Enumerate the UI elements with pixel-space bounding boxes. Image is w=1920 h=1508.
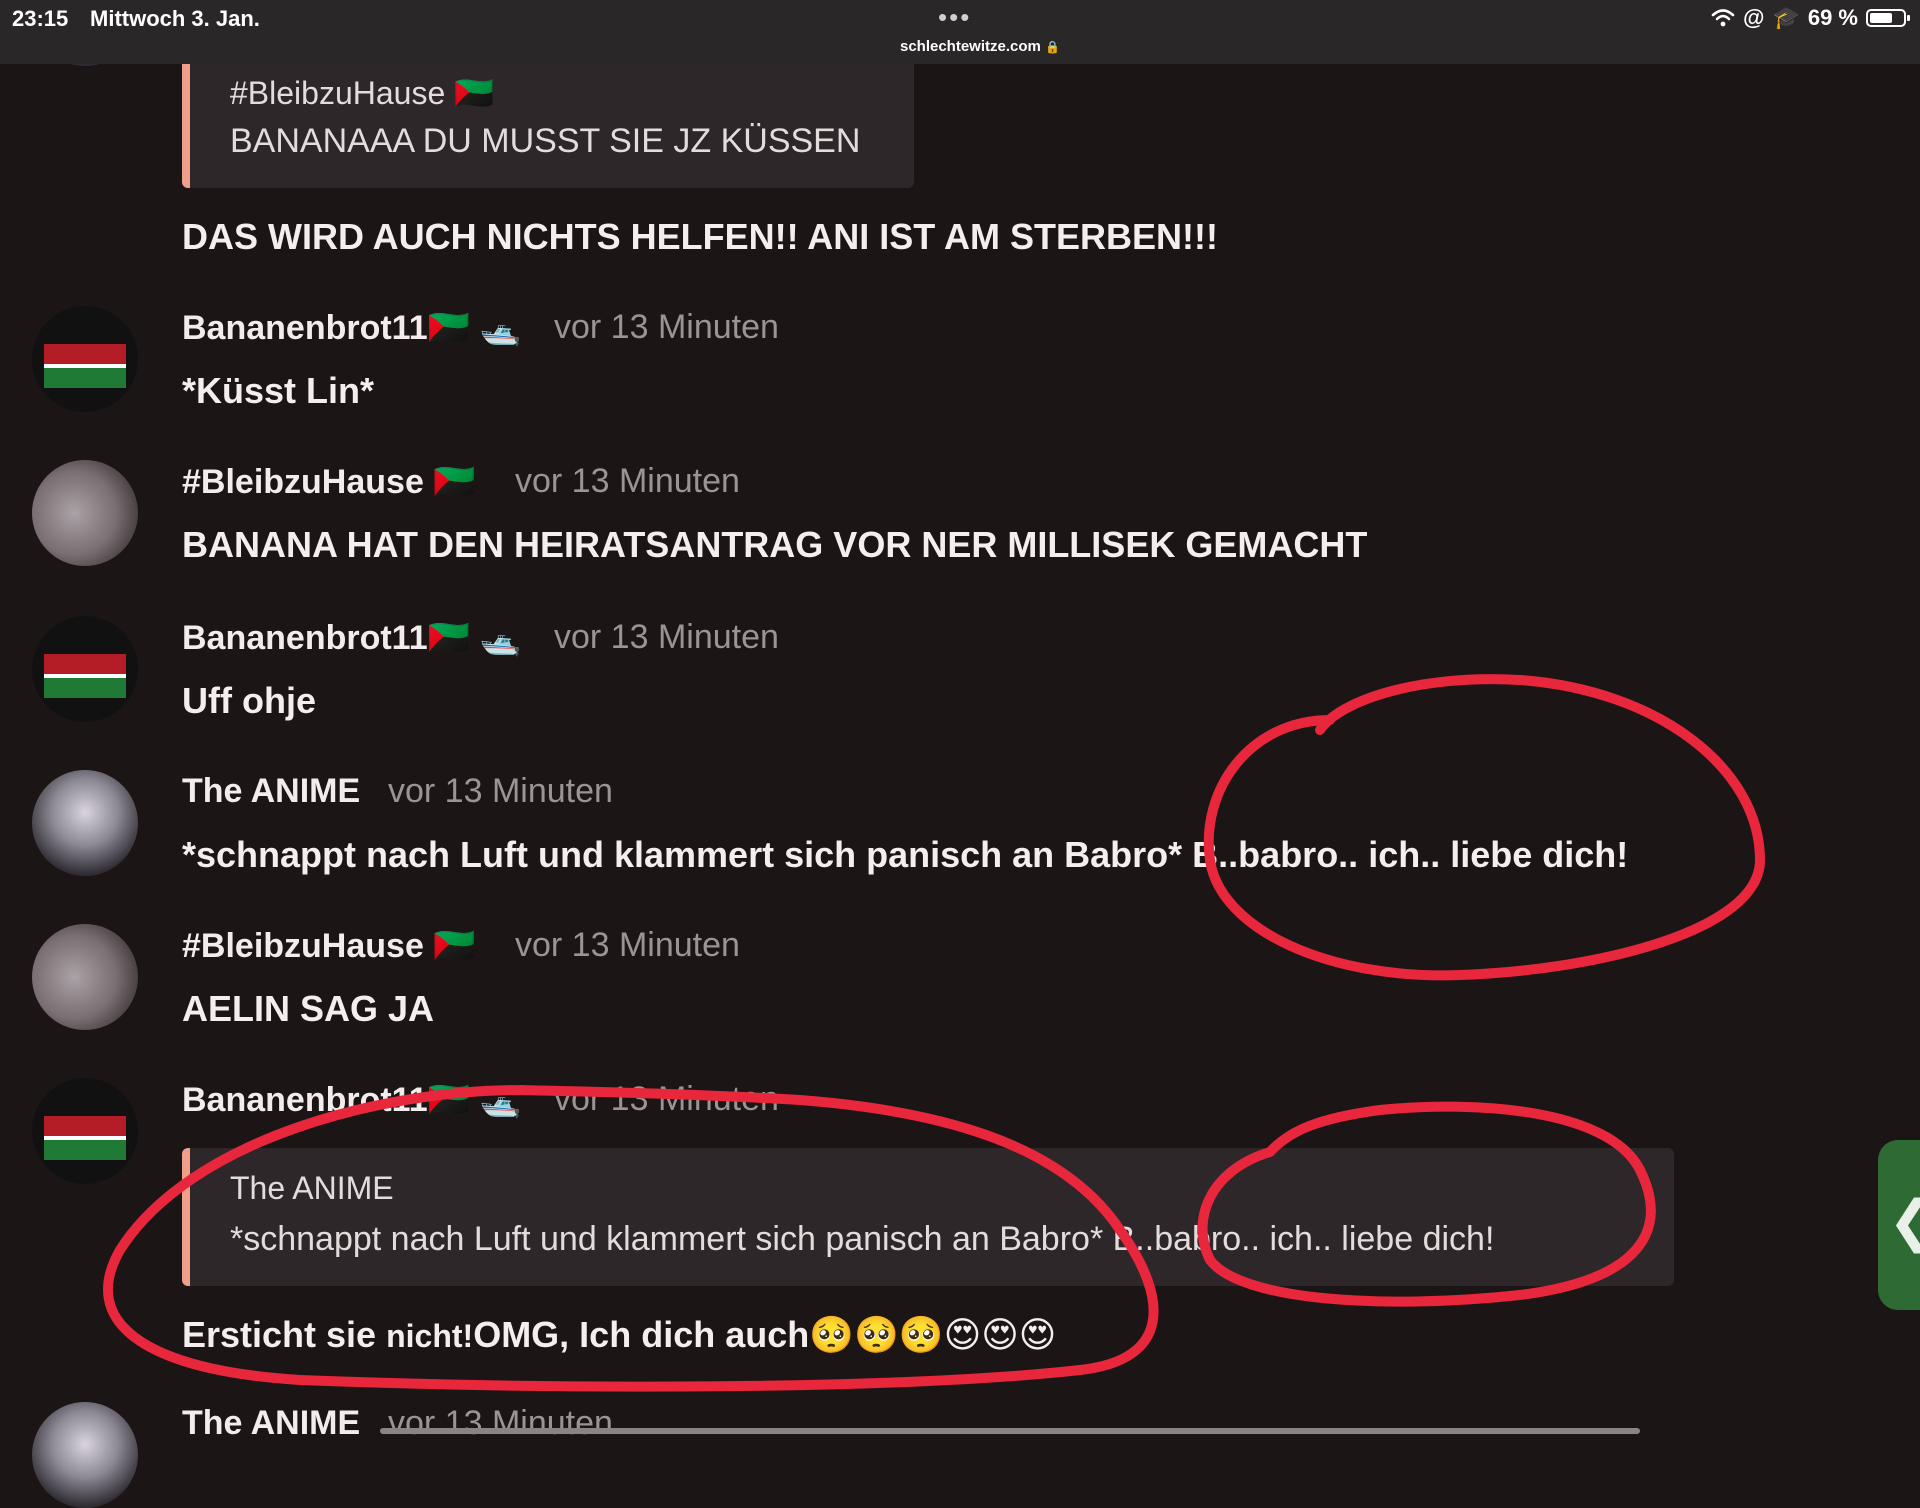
post-author[interactable]: Bananenbrot11🇲🇶 🛥️ [182,618,522,658]
post-timestamp: vor 13 Minuten [554,1080,779,1118]
post-author[interactable]: Bananenbrot11🇲🇶 🛥️ [182,1080,522,1120]
post-author[interactable]: The ANIME [182,772,360,811]
post-timestamp: vor 13 Minuten [554,308,779,346]
post-author[interactable]: Bananenbrot11🇲🇶 🛥️ [182,308,522,348]
quoted-author: #BleibzuHause 🇲🇶 [230,75,494,111]
post-author[interactable]: The ANIME [182,1404,360,1443]
post-timestamp: vor 13 Minuten [515,926,740,964]
message-text: DAS WIRD AUCH NICHTS HELFEN!! ANI IST AM… [182,216,1218,257]
status-date: Mittwoch 3. Jan. [90,6,260,31]
post-timestamp: vor 13 Minuten [388,772,613,810]
photo-avatar[interactable] [32,460,138,566]
anime-avatar[interactable] [32,770,138,876]
message-text: *schnappt nach Luft und klammert sich pa… [182,834,1629,875]
post-timestamp: vor 13 Minuten [515,462,740,500]
url-label[interactable]: schlechtewitze.com 🔒 [860,38,1100,55]
status-time: 23:15 [12,6,69,31]
url-text: schlechtewitze.com [899,38,1041,55]
lock-icon: 🔒 [1045,40,1060,54]
horizontal-scrollbar[interactable] [380,1428,1640,1434]
side-panel-tab[interactable]: ❮ [1878,1140,1920,1310]
battery-percent: 69 % [1807,5,1858,30]
post-timestamp: vor 13 Minuten [388,1404,613,1442]
message-text: BANANA HAT DEN HEIRATSANTRAG VOR NER MIL… [182,524,1368,565]
message-part-small: nicht! [386,1318,474,1354]
battery-fill [1870,13,1893,23]
message-text: AELIN SAG JA [182,988,435,1029]
message-text: *Küsst Lin* [182,370,375,411]
more-dots-icon[interactable]: ••• [938,2,971,33]
wifi-icon [1711,9,1735,27]
quoted-text: BANANAAA DU MUSST SIE JZ KÜSSEN [230,122,861,160]
battery-icon [1866,9,1910,27]
graduation-cap-icon: 🎓 [1772,5,1800,30]
status-bar: 23:15 Mittwoch 3. Jan. ••• schlechtewitz… [0,0,1920,64]
anime-avatar[interactable] [32,1402,138,1508]
message-text: Uff ohje [182,680,316,721]
kenya-ball-avatar[interactable] [32,1078,138,1184]
kenya-ball-avatar[interactable] [32,306,138,412]
message-part: OMG, Ich dich auch🥺🥺🥺😍😍😍 [473,1314,1057,1355]
post-author[interactable]: #BleibzuHause 🇲🇶 [182,926,476,966]
quoted-text: *schnappt nach Luft und klammert sich pa… [230,1220,1495,1258]
post-author[interactable]: #BleibzuHause 🇲🇶 [182,462,476,502]
chat-feed: #BleibzuHause 🇲🇶 BANANAAA DU MUSST SIE J… [0,0,1920,1508]
chevron-left-icon: ❮ [1888,1188,1920,1254]
photo-avatar[interactable] [32,924,138,1030]
quoted-message: #BleibzuHause 🇲🇶 BANANAAA DU MUSST SIE J… [182,56,914,188]
at-icon: @ [1742,5,1765,30]
post-timestamp: vor 13 Minuten [554,618,779,656]
kenya-ball-avatar[interactable] [32,616,138,722]
quoted-author: The ANIME [230,1170,394,1206]
message-text: Ersticht sie nicht!OMG, Ich dich auch🥺🥺🥺… [182,1314,1056,1356]
quoted-message: The ANIME *schnappt nach Luft und klamme… [182,1148,1674,1286]
message-part: Ersticht sie [182,1314,387,1355]
status-icons: @ 🎓 69 % [1711,4,1910,32]
